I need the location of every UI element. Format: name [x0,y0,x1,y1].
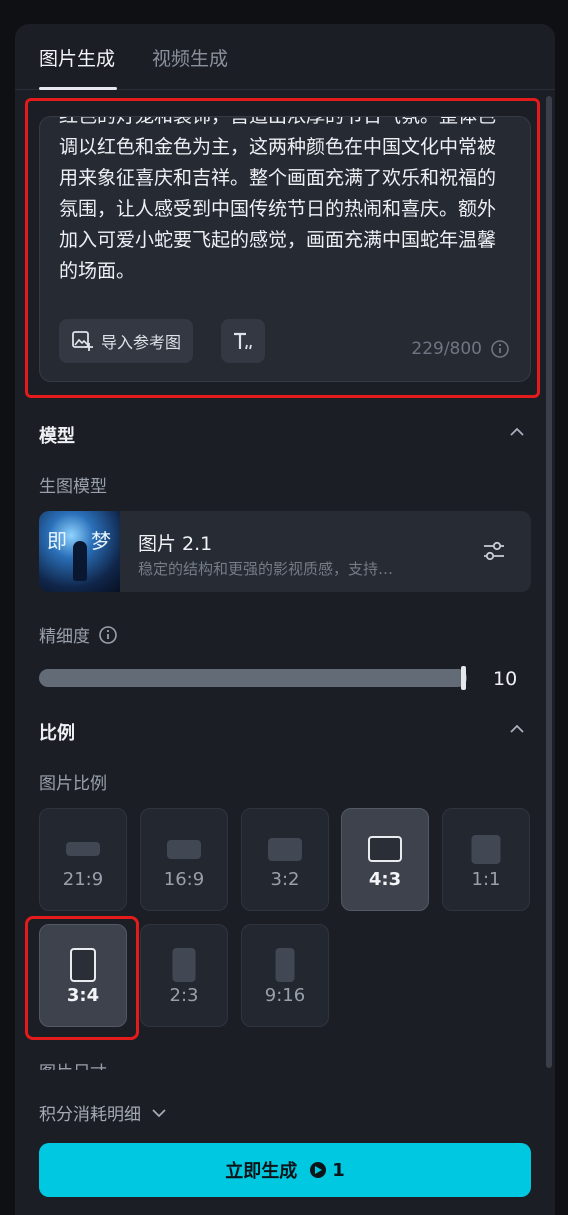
cost-details-toggle[interactable]: 积分消耗明细 [39,1100,167,1125]
generation-panel: 图片生成 视频生成 红色的灯笼和装饰，营造出浓厚的节日气氛。整体色调以红色和金色… [15,24,555,1215]
ratio-shape-icon [167,839,201,859]
ratio-option-1-1[interactable]: 1:1 [442,808,530,911]
thumb-glyph-left: 即 [47,529,67,553]
generate-label: 立即生成 [225,1161,298,1182]
ratio-shape-icon [471,834,501,864]
credit-cost: 1 [309,1160,345,1181]
ratio-shape-icon [66,842,100,856]
model-description: 稳定的结构和更强的影视质感，支持… [138,560,394,578]
model-section-title: 模型 [39,426,75,447]
ratio-option-2-3[interactable]: 2:3 [140,924,228,1027]
detail-label: 精细度 [39,627,90,647]
detail-slider-thumb[interactable] [461,666,466,690]
detail-label-row: 精细度 [39,622,118,647]
ratio-label: 4:3 [368,869,402,890]
model-thumbnail: 即 梦 [39,511,120,592]
ratio-sub-label: 图片比例 [39,774,107,794]
model-selector[interactable]: 即 梦 图片 2.1 稳定的结构和更强的影视质感，支持… [39,511,531,592]
sliders-settings-icon[interactable] [481,539,507,563]
ratio-label: 9:16 [264,985,306,1006]
ratio-shape-icon [172,948,196,982]
model-name: 图片 2.1 [138,533,213,555]
ratio-shape-icon [268,837,302,861]
tab-image-generation[interactable]: 图片生成 [39,44,115,71]
thumb-figure [73,541,87,581]
ratio-option-16-9[interactable]: 16:9 [140,808,228,911]
ratio-shape-icon [275,948,295,982]
chevron-up-icon[interactable] [509,426,525,438]
tab-bar: 图片生成 视频生成 [15,24,555,90]
model-sub-label: 生图模型 [39,477,107,497]
cost-details-label: 积分消耗明细 [39,1105,141,1125]
thumb-glyph-right: 梦 [91,529,111,553]
image-size-label: 图片尺寸 [39,1058,107,1070]
chevron-down-icon [152,1108,166,1117]
ratio-shape-icon [368,836,402,862]
ratio-label: 3:2 [270,869,300,890]
ratio-section-title: 比例 [39,723,75,744]
chevron-up-icon[interactable] [509,723,525,735]
ratio-label: 2:3 [169,985,199,1006]
ratio-option-9-16[interactable]: 9:16 [241,924,329,1027]
tab-video-generation[interactable]: 视频生成 [152,44,228,71]
ratio-label: 16:9 [163,869,205,890]
ratio-option-21-9[interactable]: 21:9 [39,808,127,911]
ratio-option-4-3[interactable]: 4:3 [341,808,429,911]
detail-slider-value: 10 [493,668,518,690]
ratio-option-3-2[interactable]: 3:2 [241,808,329,911]
active-tab-indicator [39,87,117,90]
detail-slider-track[interactable] [39,669,467,687]
generate-button[interactable]: 立即生成 1 [39,1143,531,1197]
ratio-label: 1:1 [471,869,501,890]
prompt-highlight-box [25,98,540,398]
ratio-highlight-box [25,916,139,1040]
ratio-label: 21:9 [62,869,104,890]
info-icon[interactable] [98,625,118,645]
credit-icon [310,1162,327,1178]
scrollbar[interactable] [546,96,552,1068]
credit-amount: 1 [332,1159,345,1181]
